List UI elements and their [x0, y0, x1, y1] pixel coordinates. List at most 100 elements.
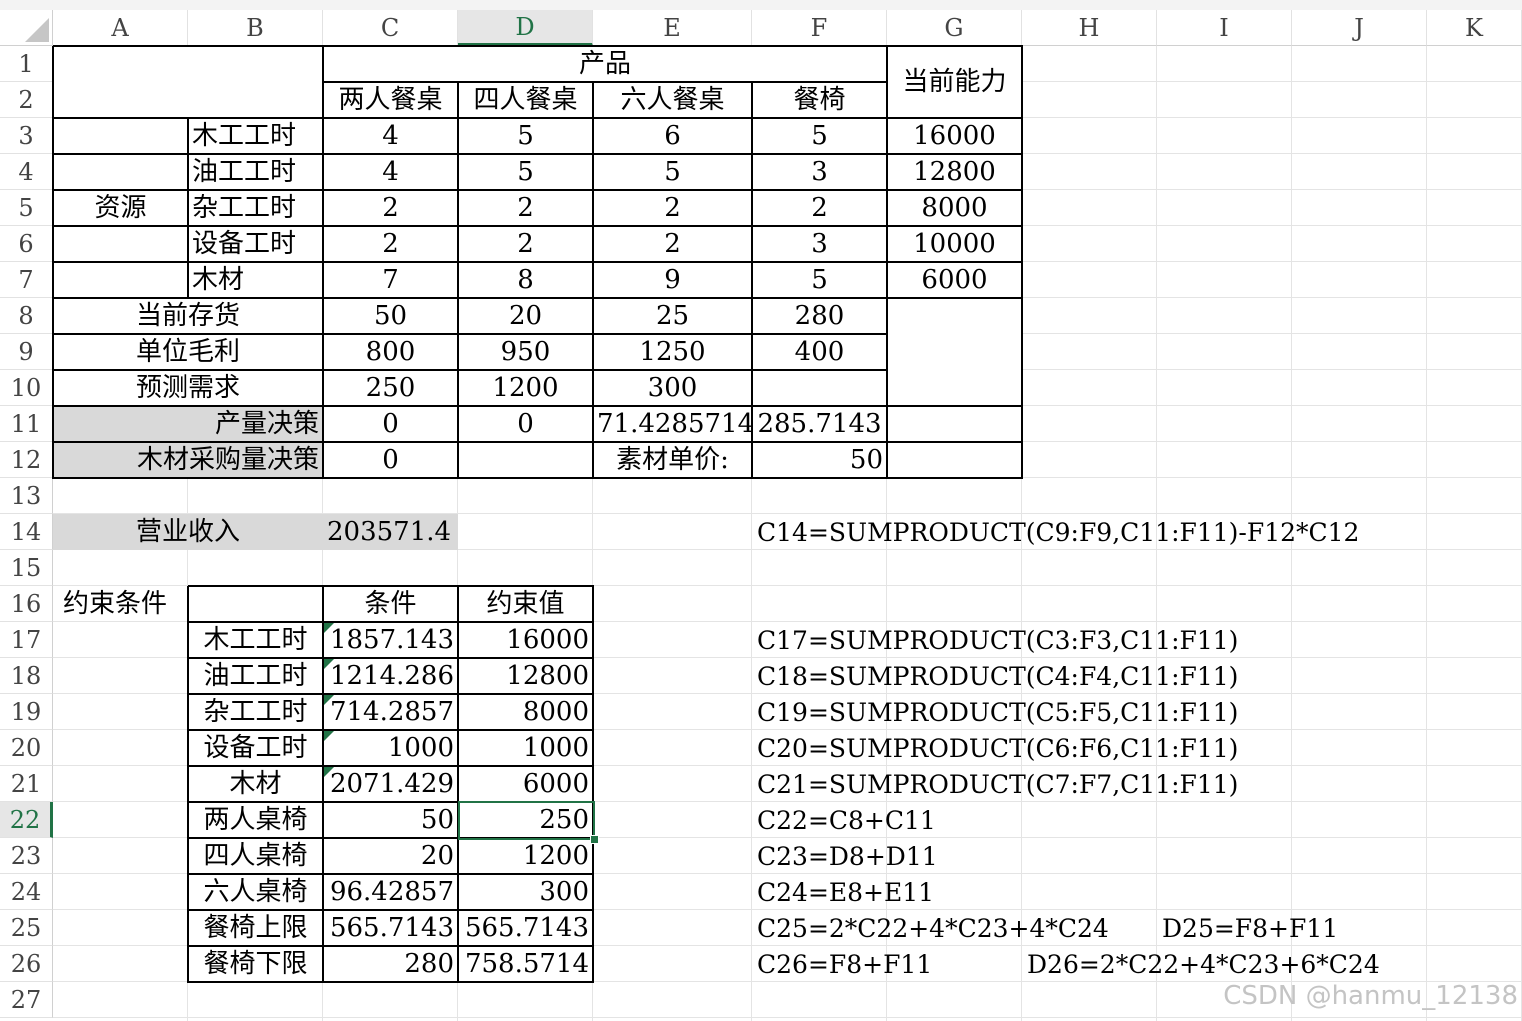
resource-value[interactable]: 7 — [323, 262, 458, 298]
column-header-f[interactable]: F — [752, 10, 887, 46]
margin-value[interactable]: 800 — [323, 334, 458, 370]
resource-capacity[interactable]: 10000 — [887, 226, 1022, 262]
resource-value[interactable]: 5 — [752, 118, 887, 154]
constraint-condition[interactable]: 20 — [323, 838, 458, 874]
constraint-limit[interactable]: 16000 — [458, 622, 593, 658]
constraint-name[interactable]: 两人桌椅 — [188, 802, 323, 838]
resource-value[interactable]: 9 — [593, 262, 752, 298]
row-header-27[interactable]: 27 — [0, 982, 53, 1018]
row-header-18[interactable]: 18 — [0, 658, 53, 694]
margin-value[interactable]: 950 — [458, 334, 593, 370]
row-header-16[interactable]: 16 — [0, 586, 53, 622]
row-header-5[interactable]: 5 — [0, 190, 53, 226]
row-header-3[interactable]: 3 — [0, 118, 53, 154]
column-header-k[interactable]: K — [1427, 10, 1522, 46]
inventory-value[interactable]: 280 — [752, 298, 887, 334]
resource-value[interactable]: 5 — [458, 118, 593, 154]
production-decision-value[interactable]: 285.7143 — [752, 406, 887, 442]
row-header-1[interactable]: 1 — [0, 46, 53, 82]
demand-value[interactable]: 1200 — [458, 370, 593, 406]
resource-value[interactable]: 2 — [323, 190, 458, 226]
resource-capacity[interactable]: 16000 — [887, 118, 1022, 154]
row-header-14[interactable]: 14 — [0, 514, 53, 550]
constraint-condition[interactable]: 1214.286 — [323, 658, 458, 694]
row-header-26[interactable]: 26 — [0, 946, 53, 982]
inventory-value[interactable]: 50 — [323, 298, 458, 334]
constraint-limit[interactable]: 8000 — [458, 694, 593, 730]
resource-value[interactable]: 2 — [593, 190, 752, 226]
resource-name[interactable]: 杂工工时 — [188, 190, 323, 226]
row-header-6[interactable]: 6 — [0, 226, 53, 262]
material-price-value[interactable]: 50 — [752, 442, 887, 478]
margin-value[interactable]: 1250 — [593, 334, 752, 370]
constraint-limit[interactable]: 565.7143 — [458, 910, 593, 946]
resource-value[interactable]: 3 — [752, 226, 887, 262]
fill-handle[interactable] — [590, 835, 599, 844]
column-header-a[interactable]: A — [53, 10, 188, 46]
constraint-condition[interactable]: 565.7143 — [323, 910, 458, 946]
resource-value[interactable]: 5 — [593, 154, 752, 190]
row-header-7[interactable]: 7 — [0, 262, 53, 298]
resource-name[interactable]: 设备工时 — [188, 226, 323, 262]
resource-value[interactable]: 2 — [458, 226, 593, 262]
row-header-23[interactable]: 23 — [0, 838, 53, 874]
column-header-b[interactable]: B — [188, 10, 323, 46]
resource-value[interactable]: 8 — [458, 262, 593, 298]
constraint-limit[interactable]: 12800 — [458, 658, 593, 694]
column-header-j[interactable]: J — [1292, 10, 1427, 46]
revenue-value[interactable]: 203571.4 — [323, 514, 458, 550]
constraint-limit[interactable]: 6000 — [458, 766, 593, 802]
production-decision-value[interactable]: 0 — [323, 406, 458, 442]
column-header-d[interactable]: D — [458, 10, 593, 46]
constraint-name[interactable]: 油工工时 — [188, 658, 323, 694]
column-header-g[interactable]: G — [887, 10, 1022, 46]
row-header-17[interactable]: 17 — [0, 622, 53, 658]
row-header-13[interactable]: 13 — [0, 478, 53, 514]
row-header-10[interactable]: 10 — [0, 370, 53, 406]
constraints-title[interactable]: 约束条件 — [53, 586, 188, 622]
constraint-condition[interactable]: 280 — [323, 946, 458, 982]
row-header-25[interactable]: 25 — [0, 910, 53, 946]
constraint-name[interactable]: 餐椅上限 — [188, 910, 323, 946]
row-header-15[interactable]: 15 — [0, 550, 53, 586]
constraint-condition[interactable]: 96.42857 — [323, 874, 458, 910]
column-header-i[interactable]: I — [1157, 10, 1292, 46]
wood-purchase-value[interactable]: 0 — [323, 442, 458, 478]
production-decision-value[interactable]: 0 — [458, 406, 593, 442]
resource-value[interactable]: 2 — [323, 226, 458, 262]
row-header-22[interactable]: 22 — [0, 802, 53, 838]
constraint-limit[interactable]: 300 — [458, 874, 593, 910]
inventory-value[interactable]: 25 — [593, 298, 752, 334]
resource-name[interactable]: 木材 — [188, 262, 323, 298]
product-name-c[interactable]: 两人餐桌 — [323, 82, 458, 118]
constraint-name[interactable]: 设备工时 — [188, 730, 323, 766]
constraints-condition-header[interactable]: 条件 — [323, 586, 458, 622]
row-header-12[interactable]: 12 — [0, 442, 53, 478]
resource-value[interactable]: 4 — [323, 118, 458, 154]
resource-value[interactable]: 3 — [752, 154, 887, 190]
select-all-corner[interactable] — [0, 10, 53, 46]
revenue-label[interactable]: 营业收入 — [53, 514, 323, 550]
constraint-condition[interactable]: 714.2857 — [323, 694, 458, 730]
column-header-e[interactable]: E — [593, 10, 752, 46]
row-header-24[interactable]: 24 — [0, 874, 53, 910]
wood-purchase-label[interactable]: 木材采购量决策 — [53, 442, 323, 478]
row-header-20[interactable]: 20 — [0, 730, 53, 766]
resource-value[interactable]: 4 — [323, 154, 458, 190]
product-name-f[interactable]: 餐椅 — [752, 82, 887, 118]
product-name-d[interactable]: 四人餐桌 — [458, 82, 593, 118]
column-header-h[interactable]: H — [1022, 10, 1157, 46]
constraint-condition[interactable]: 1857.143 — [323, 622, 458, 658]
constraint-condition[interactable]: 1000 — [323, 730, 458, 766]
resource-value[interactable]: 2 — [593, 226, 752, 262]
demand-label[interactable]: 预测需求 — [53, 370, 323, 406]
active-cell-d22[interactable] — [458, 801, 595, 840]
constraint-name[interactable]: 四人桌椅 — [188, 838, 323, 874]
constraint-condition[interactable]: 50 — [323, 802, 458, 838]
row-header-9[interactable]: 9 — [0, 334, 53, 370]
constraint-name[interactable]: 木材 — [188, 766, 323, 802]
product-name-e[interactable]: 六人餐桌 — [593, 82, 752, 118]
demand-value[interactable]: 250 — [323, 370, 458, 406]
row-header-21[interactable]: 21 — [0, 766, 53, 802]
row-header-2[interactable]: 2 — [0, 82, 53, 118]
